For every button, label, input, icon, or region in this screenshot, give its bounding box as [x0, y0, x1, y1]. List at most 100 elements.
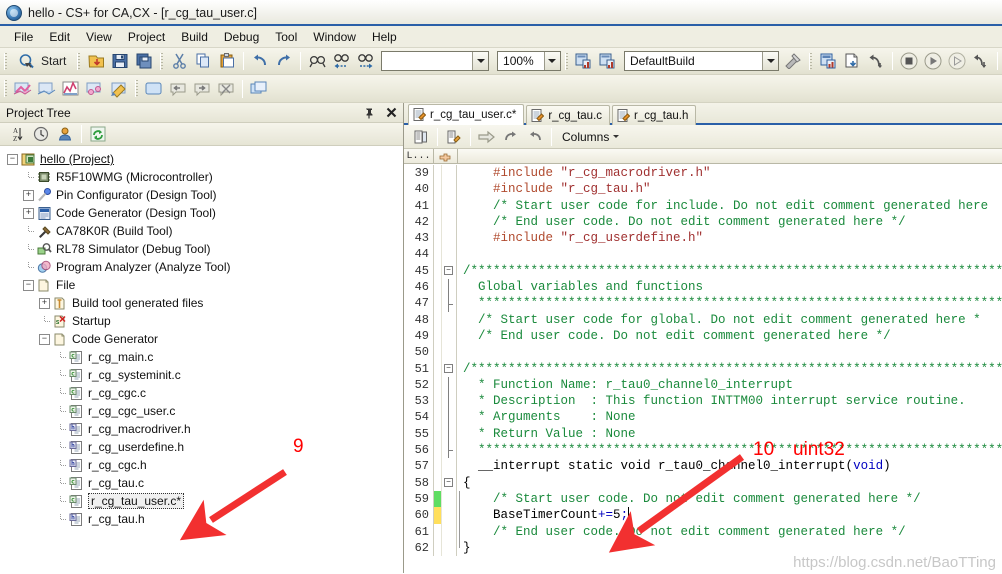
code-text[interactable]: * Arguments : None [457, 409, 1002, 425]
code-text[interactable]: * Description : This function INTTM00 in… [457, 393, 1002, 409]
tree-item[interactable]: RL78 Simulator (Debug Tool) [0, 240, 403, 258]
toolbar2-grip-2[interactable] [135, 80, 138, 97]
code-text[interactable]: /* Start user code. Do not edit comment … [457, 490, 1002, 508]
chart-window-icon[interactable] [60, 78, 82, 99]
code-text[interactable]: /* End user code. Do not edit comment ge… [457, 523, 1002, 540]
fold-gutter[interactable] [442, 197, 457, 214]
tree-item[interactable]: h r_cg_macrodriver.h [0, 420, 403, 438]
menu-window[interactable]: Window [305, 28, 364, 46]
search-combo[interactable] [381, 51, 490, 71]
toolbar-grip-5[interactable] [809, 52, 812, 70]
fold-gutter[interactable] [442, 458, 457, 475]
code-editor[interactable]: L... 39 #include "r_cg_macrodriver.h" 40 … [404, 149, 1002, 573]
menu-debug[interactable]: Debug [216, 28, 267, 46]
tree-item[interactable]: h r_cg_userdefine.h [0, 438, 403, 456]
editor-tab[interactable]: r_cg_tau_user.c* [408, 104, 525, 125]
fold-gutter[interactable]: − [442, 262, 457, 280]
tree-item[interactable]: Program Analyzer (Analyze Tool) [0, 258, 403, 276]
tree-item[interactable]: − File [0, 276, 403, 294]
code-line[interactable]: 46 Global variables and functions [404, 279, 1002, 296]
tree-item[interactable]: R5F10WMG (Microcontroller) [0, 168, 403, 186]
tree-item[interactable]: CA78K0R (Build Tool) [0, 222, 403, 240]
sort-icon[interactable]: A Z [6, 124, 28, 145]
code-text[interactable]: #include "r_cg_macrodriver.h" [457, 165, 1002, 181]
tree-item[interactable]: + Build tool generated files [0, 294, 403, 312]
toolbar2-grip-1[interactable] [4, 80, 7, 97]
fold-collapse-icon[interactable]: − [444, 363, 453, 373]
toolbar-grip-4[interactable] [564, 52, 568, 70]
code-line[interactable]: 47 *************************************… [404, 295, 1002, 312]
code-line[interactable]: 50 [404, 344, 1002, 361]
menu-view[interactable]: View [78, 28, 120, 46]
copy-icon[interactable] [192, 51, 214, 72]
menu-build[interactable]: Build [173, 28, 216, 46]
code-text[interactable]: ****************************************… [457, 295, 1002, 311]
code-text[interactable]: /* Start user code for global. Do not ed… [457, 312, 1002, 328]
open-file-icon[interactable] [85, 51, 107, 72]
tree-expand-icon[interactable]: + [39, 297, 50, 309]
menu-file[interactable]: File [6, 28, 41, 46]
undo-edit-icon[interactable] [524, 126, 546, 147]
code-line[interactable]: 61 /* End user code. Do not edit comment… [404, 523, 1002, 540]
code-line[interactable]: 55 * Return Value : None [404, 425, 1002, 443]
toolbar-grip-3[interactable] [160, 52, 164, 70]
new-window-icon[interactable] [143, 78, 165, 99]
tree-item[interactable]: − hello (Project) [0, 150, 403, 168]
redo-icon[interactable] [273, 51, 295, 72]
fold-gutter[interactable] [442, 327, 457, 345]
tree-collapse-icon[interactable]: − [7, 153, 18, 165]
continue-icon[interactable] [946, 51, 968, 72]
code-lines[interactable]: 39 #include "r_cg_macrodriver.h" 40 #incl… [404, 165, 1002, 573]
code-text[interactable]: * Function Name: r_tau0_channel0_interru… [457, 377, 1002, 393]
fold-gutter[interactable] [442, 425, 457, 443]
code-text[interactable]: __interrupt static void r_tau0_channel0_… [457, 458, 1002, 474]
code-text[interactable]: /* Start user code for include. Do not e… [457, 198, 1002, 214]
code-text[interactable]: } [457, 539, 1002, 556]
code-text[interactable]: /***************************************… [457, 361, 1002, 377]
rebuild-project-icon[interactable] [597, 51, 619, 72]
code-text[interactable] [457, 344, 1002, 360]
highlight-window-icon[interactable] [108, 78, 130, 99]
fold-gutter[interactable] [442, 344, 457, 361]
tree-item[interactable]: c r_cg_cgc.c [0, 384, 403, 402]
run-icon[interactable] [922, 51, 944, 72]
tree-item[interactable]: c r_cg_tau_user.c* [0, 492, 403, 510]
code-line[interactable]: 62} [404, 539, 1002, 557]
code-line[interactable]: 39 #include "r_cg_macrodriver.h" [404, 165, 1002, 182]
forward-window-icon[interactable] [191, 78, 213, 99]
code-line[interactable]: 54 * Arguments : None [404, 409, 1002, 426]
find-icon[interactable] [306, 51, 328, 72]
pin-icon[interactable] [361, 105, 377, 121]
tree-item[interactable]: h r_cg_tau.h [0, 510, 403, 528]
fold-gutter[interactable] [442, 230, 457, 247]
tree-item[interactable]: c r_cg_systeminit.c [0, 366, 403, 384]
code-text[interactable]: /* End user code. Do not edit comment ge… [457, 214, 1002, 230]
code-text[interactable] [457, 246, 1002, 262]
fold-gutter[interactable]: − [442, 360, 457, 377]
fold-gutter[interactable] [442, 165, 457, 182]
fold-gutter[interactable] [442, 490, 457, 508]
code-line[interactable]: 42 /* End user code. Do not edit comment… [404, 213, 1002, 231]
code-line[interactable]: 48 /* Start user code for global. Do not… [404, 311, 1002, 328]
tree-item[interactable]: s Startup [0, 312, 403, 330]
step-back-icon[interactable] [970, 51, 992, 72]
build-config-combo[interactable]: DefaultBuild [623, 51, 779, 71]
code-line[interactable]: 52 * Function Name: r_tau0_channel0_inte… [404, 376, 1002, 394]
close-icon[interactable] [383, 105, 399, 121]
menu-help[interactable]: Help [364, 28, 405, 46]
code-line[interactable]: 44 [404, 246, 1002, 263]
toolbar-grip-2[interactable] [77, 52, 81, 70]
fold-collapse-icon[interactable]: − [444, 265, 453, 275]
code-line[interactable]: 53 * Description : This function INTTM00… [404, 393, 1002, 410]
outline-pencil-icon[interactable] [443, 126, 465, 147]
redo-edit-icon[interactable] [500, 126, 522, 147]
toolbar-grip[interactable] [4, 52, 7, 70]
tree-item[interactable]: c r_cg_tau.c [0, 474, 403, 492]
editor-tab[interactable]: r_cg_tau.h [612, 105, 697, 125]
code-text[interactable]: #include "r_cg_tau.h" [457, 181, 1002, 197]
fold-gutter[interactable] [442, 539, 457, 557]
code-text[interactable]: { [457, 475, 1002, 491]
editor-tab[interactable]: r_cg_tau.c [526, 105, 611, 125]
fold-gutter[interactable] [442, 295, 457, 312]
code-text[interactable]: BaseTimerCount+=5; [457, 507, 1002, 524]
